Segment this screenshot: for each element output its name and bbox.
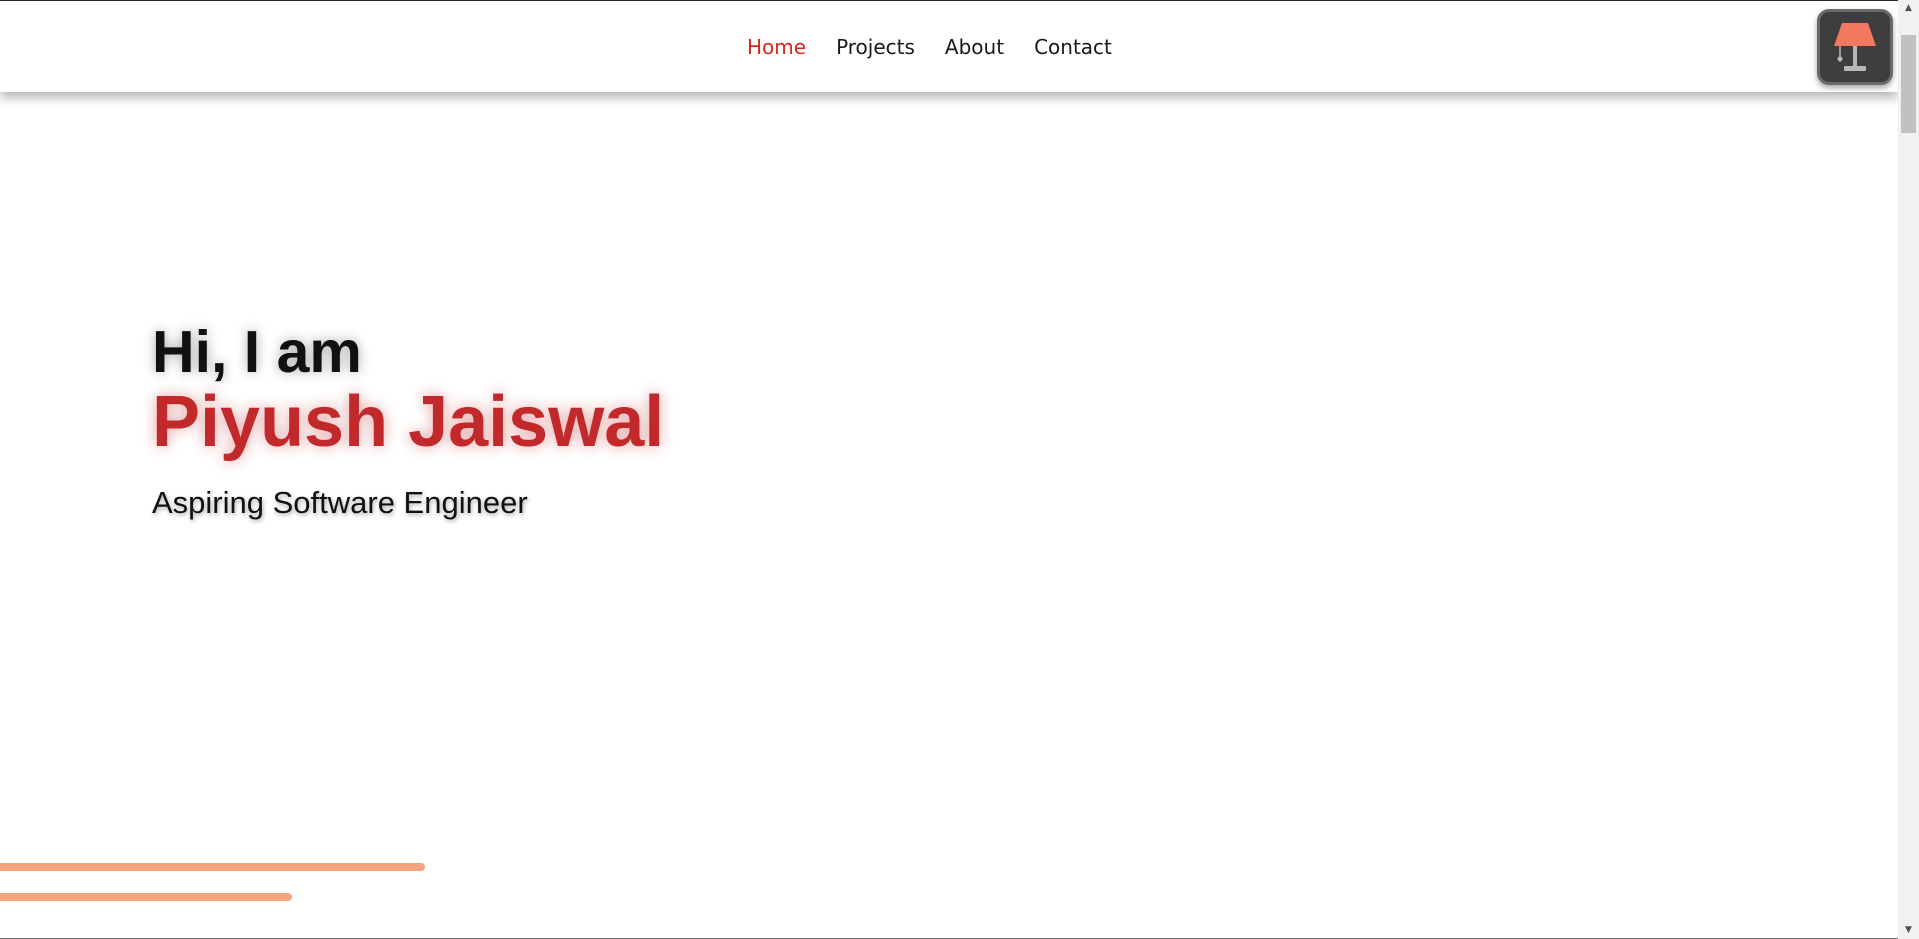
hero-greeting: Hi, I am xyxy=(152,319,362,385)
hero-name: Piyush Jaiswal xyxy=(152,382,665,462)
hero-subtitle: Aspiring Software Engineer xyxy=(152,485,528,520)
scroll-down-arrow-icon[interactable]: ▼ xyxy=(1898,922,1919,939)
navbar: Home Projects About Contact xyxy=(0,1,1898,92)
lamp-icon xyxy=(1834,23,1876,71)
nav-links: Home Projects About Contact xyxy=(747,34,1112,60)
scroll-thumb[interactable] xyxy=(1901,35,1916,133)
nav-about-link[interactable]: About xyxy=(945,34,1004,60)
decorative-stripe xyxy=(0,863,425,871)
scroll-up-arrow-icon[interactable]: ▲ xyxy=(1898,0,1919,17)
nav-home-link[interactable]: Home xyxy=(747,34,806,60)
theme-toggle-button[interactable] xyxy=(1817,9,1893,85)
vertical-scrollbar[interactable]: ▲ ▼ xyxy=(1898,0,1919,939)
page: Home Projects About Contact Hi, I am Piy… xyxy=(0,0,1919,939)
nav-contact-link[interactable]: Contact xyxy=(1034,34,1112,60)
hero-section: Hi, I am Piyush Jaiswal Aspiring Softwar… xyxy=(152,318,664,522)
decorative-stripe xyxy=(0,893,292,901)
nav-projects-link[interactable]: Projects xyxy=(836,34,915,60)
